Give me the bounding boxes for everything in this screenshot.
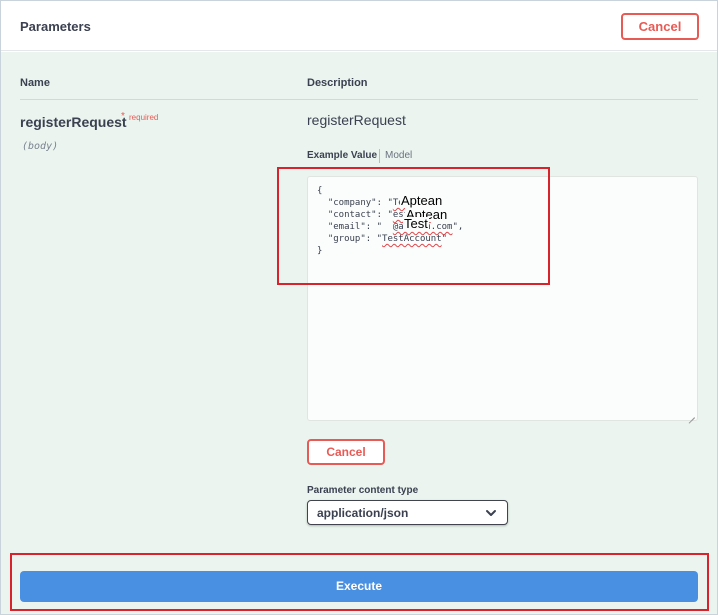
required-star: * bbox=[121, 111, 125, 122]
required-label: required bbox=[129, 113, 159, 122]
chevron-down-icon bbox=[486, 510, 496, 516]
parameters-title: Parameters bbox=[20, 19, 91, 34]
param-description: registerRequest bbox=[307, 112, 406, 128]
content-type-label: Parameter content type bbox=[307, 485, 419, 496]
parameters-header: Parameters Cancel bbox=[1, 1, 717, 51]
param-name: registerRequest bbox=[20, 114, 127, 130]
content-type-select[interactable]: application/json bbox=[307, 500, 508, 525]
tab-model[interactable]: Model bbox=[385, 150, 412, 161]
header-divider bbox=[20, 99, 698, 100]
tab-example-value[interactable]: Example Value bbox=[307, 150, 377, 161]
name-column-header: Name bbox=[20, 77, 50, 89]
cancel-button-top[interactable]: Cancel bbox=[621, 13, 699, 40]
tab-separator bbox=[379, 149, 380, 163]
content-type-value: application/json bbox=[317, 506, 409, 520]
param-location: (body) bbox=[22, 141, 59, 152]
description-column-header: Description bbox=[307, 77, 368, 89]
execute-button[interactable]: Execute bbox=[20, 571, 698, 602]
cancel-button-body[interactable]: Cancel bbox=[307, 439, 385, 465]
json-annotation-box bbox=[277, 167, 550, 285]
resize-grip-icon[interactable] bbox=[687, 410, 695, 418]
